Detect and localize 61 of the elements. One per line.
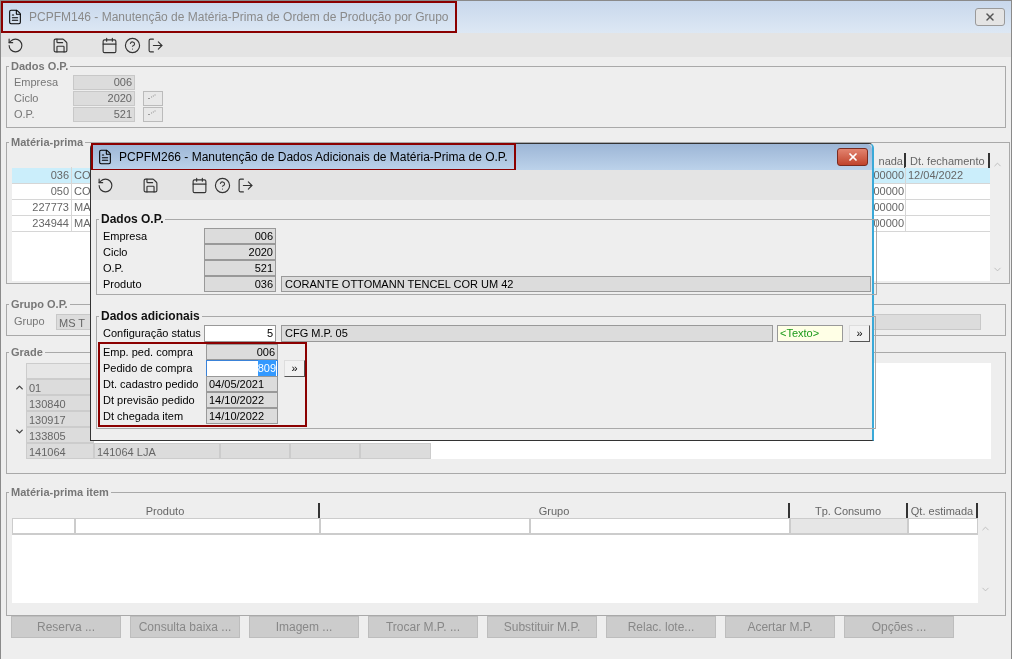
table-cell-text: MA <box>73 199 91 215</box>
group-title: Grupo O.P. <box>10 297 69 312</box>
field-label: Empresa <box>102 228 149 244</box>
readonly-field: 006 <box>206 344 278 360</box>
readonly-field: 2020 <box>204 244 276 260</box>
table-cell: 050 <box>12 182 72 200</box>
input-field[interactable]: 5 <box>204 325 276 342</box>
column-header: Qt. estimada <box>908 502 978 518</box>
readonly-field: 2020 <box>73 91 135 106</box>
action-button[interactable]: Opções ... <box>844 616 954 638</box>
table-cell: 234944 <box>12 214 72 232</box>
field-label: Configuração status <box>102 326 202 342</box>
table-cell: 036 <box>12 166 72 184</box>
field-label: Ciclo <box>13 91 40 107</box>
group-title: Dados O.P. <box>10 59 70 74</box>
readonly-field: CORANTE OTTOMANN TENCEL COR UM 42 <box>281 276 871 292</box>
table-cell: 141064 LJA <box>94 442 220 459</box>
action-button[interactable]: Reserva ... <box>11 616 121 638</box>
input-field[interactable]: <Texto> <box>777 325 843 342</box>
action-button[interactable]: Acertar M.P. <box>725 616 835 638</box>
field-label: Grupo <box>13 314 46 330</box>
window-title: PCPFM146 - Manutenção de Matéria-Prima de Ordem de Produção por Grupo <box>29 9 449 26</box>
group-title: Matéria-prima item <box>10 485 110 500</box>
field-label: Dt chegada item <box>102 408 185 424</box>
action-button[interactable]: Imagem ... <box>249 616 359 638</box>
field-label: O.P. <box>13 107 36 123</box>
field-label: Pedido de compra <box>102 360 194 376</box>
field-label: Dt. cadastro pedido <box>102 376 200 392</box>
action-button[interactable]: Substituir M.P. <box>487 616 597 638</box>
readonly-field: 006 <box>204 228 276 244</box>
field-label: Empresa <box>13 75 60 91</box>
readonly-field: 04/05/2021 <box>206 376 278 392</box>
group-title: Matéria-prima <box>10 135 85 150</box>
column-header: Produto <box>12 502 320 518</box>
table-cell-text: CO <box>73 167 91 183</box>
readonly-field: 521 <box>204 260 276 276</box>
field-label: O.P. <box>102 260 125 276</box>
window-title: PCPFM266 - Manutenção de Dados Adicionais de Matéria-Prima de O.P. <box>119 149 508 166</box>
lookup-button[interactable]: » <box>284 359 305 377</box>
readonly-field: 14/10/2022 <box>206 392 278 408</box>
field-label: Ciclo <box>102 244 129 260</box>
action-button[interactable]: Relac. lote... <box>606 616 716 638</box>
group-title: Dados adicionais <box>100 308 201 325</box>
field-label: Dt previsão pedido <box>102 392 196 408</box>
readonly-field: 521 <box>73 107 135 122</box>
group-title: Dados O.P. <box>100 211 165 228</box>
action-button[interactable]: Consulta baixa ... <box>130 616 240 638</box>
field-label: Produto <box>102 276 143 292</box>
field-label: Emp. ped. compra <box>102 344 194 360</box>
column-header: Grupo <box>320 502 790 518</box>
table-cell-text: MA <box>73 215 91 231</box>
table-cell-text: CO <box>73 183 91 199</box>
table-cell: 227773 <box>12 198 72 216</box>
readonly-field: 14/10/2022 <box>206 408 278 424</box>
readonly-field: 006 <box>73 75 135 90</box>
table-cell-text: 12/04/2022 <box>907 167 965 183</box>
lookup-button[interactable]: » <box>849 325 870 342</box>
group-title: Grade <box>10 345 44 360</box>
readonly-field: CFG M.P. 05 <box>281 325 773 342</box>
action-button[interactable]: Trocar M.P. ... <box>368 616 478 638</box>
readonly-field: 036 <box>204 276 276 292</box>
